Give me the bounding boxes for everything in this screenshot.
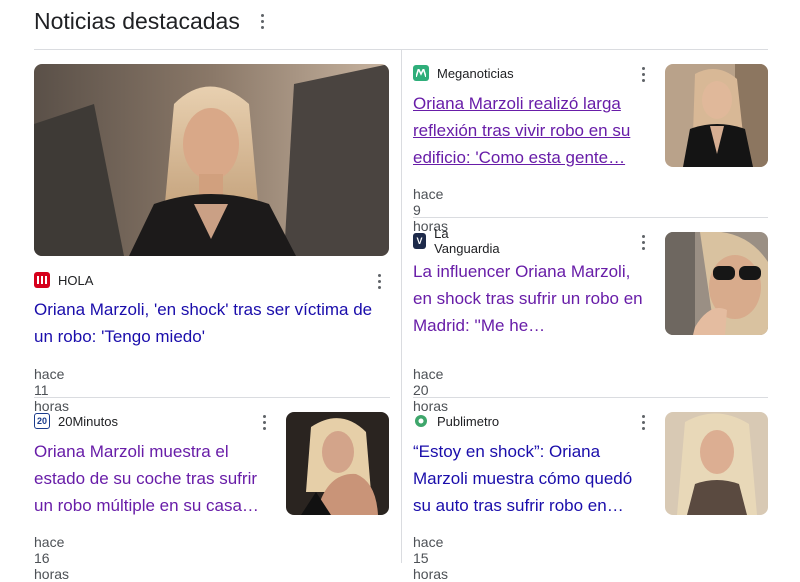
card-more-options-icon[interactable] [636,232,650,252]
news-timestamp: hace 15 horas [413,534,449,582]
la-vanguardia-logo-icon: V [413,233,427,249]
news-thumbnail[interactable] [34,64,389,256]
card-more-options-icon[interactable] [257,412,271,432]
news-headline[interactable]: Oriana Marzoli realizó larga reflexión t… [413,90,649,171]
source-name: HOLA [58,272,94,288]
section-title: Noticias destacadas [34,7,240,34]
source-name: 20Minutos [58,413,118,429]
card-more-options-icon[interactable] [636,64,650,84]
row-divider-right-2 [413,397,768,398]
news-headline[interactable]: La influencer Oriana Marzoli, en shock t… [413,258,649,339]
news-timestamp: hace 20 horas [413,366,449,414]
news-headline[interactable]: “Estoy en shock”: Oriana Marzoli muestra… [413,438,649,519]
news-thumbnail[interactable] [286,412,389,515]
favicon-text: 20 [36,415,47,426]
news-thumbnail[interactable] [665,412,768,515]
news-thumbnail[interactable] [665,232,768,335]
news-source: HOLA [34,271,93,289]
news-timestamp: hace 11 horas [34,366,70,414]
news-source: Meganoticias [413,64,514,82]
news-headline[interactable]: Oriana Marzoli muestra el estado de su c… [34,438,274,519]
meganoticias-logo-icon [413,65,429,81]
news-source: Publimetro [413,412,499,430]
favicon-text: V [416,235,423,246]
news-timestamp: hace 16 horas [34,534,70,582]
source-name: Meganoticias [437,65,514,81]
hola-logo-icon [34,272,50,288]
20minutos-logo-icon: 20 [34,413,50,429]
news-source: V La Vanguardia [413,226,503,256]
row-divider-right-1 [413,217,768,218]
news-thumbnail[interactable] [665,64,768,167]
section-header: Noticias destacadas [34,4,270,38]
publimetro-logo-icon [413,413,429,429]
column-divider [401,49,402,563]
news-headline[interactable]: Oriana Marzoli, 'en shock' tras ser víct… [34,296,384,350]
news-source: 20 20Minutos [34,412,118,430]
more-options-icon[interactable] [256,11,270,31]
card-more-options-icon[interactable] [372,271,386,291]
card-more-options-icon[interactable] [636,412,650,432]
source-name: La Vanguardia [434,226,500,256]
source-name: Publimetro [437,413,500,429]
row-divider-left [34,397,390,398]
